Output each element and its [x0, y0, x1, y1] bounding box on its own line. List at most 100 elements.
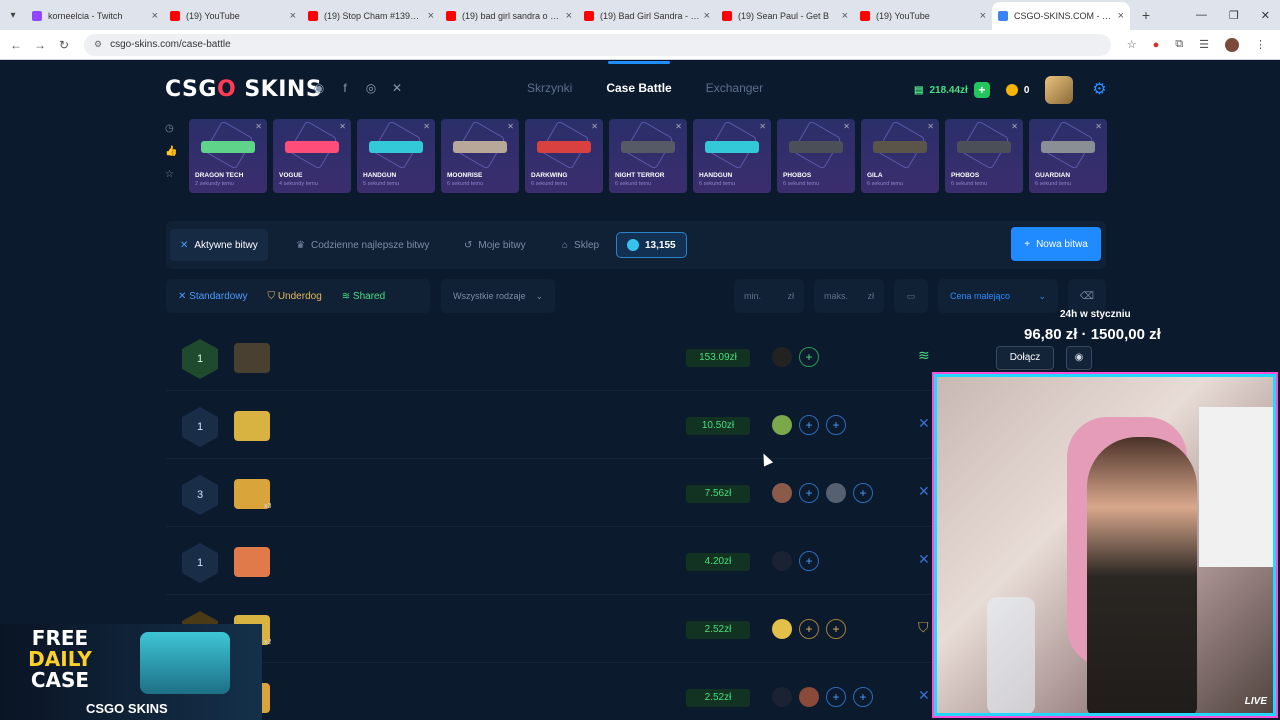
empty-slot-plus-icon[interactable]: + [853, 687, 873, 707]
minimize-icon[interactable]: — [1196, 9, 1207, 21]
tab-daily-best[interactable]: ♛ Codzienne najlepsze bitwy [286, 229, 439, 261]
browser-tab[interactable]: (19) Bad Girl Sandra - O H × [578, 2, 716, 30]
empty-slot-plus-icon[interactable]: + [799, 415, 819, 435]
profile-avatar[interactable] [1225, 37, 1239, 52]
settings-gear-icon[interactable]: ⚙ [1089, 80, 1109, 100]
browser-tab[interactable]: korneelcia - Twitch × [26, 2, 164, 30]
tab-close-icon[interactable]: × [980, 10, 986, 22]
view-eye-icon[interactable]: ◉ [1066, 346, 1092, 370]
extension-icon[interactable]: ● [1153, 39, 1160, 51]
kind-select[interactable]: Wszystkie rodzaje ⌄ [441, 279, 555, 313]
discord-icon[interactable]: ◉ [312, 81, 326, 95]
min-price-input[interactable]: min. zł [734, 279, 804, 313]
live-drop-card[interactable]: ✕ DARKWING 6 sekund temu [525, 119, 603, 193]
streamer [1087, 437, 1197, 713]
instagram-icon[interactable]: ◎ [364, 81, 378, 95]
history-icon: ↺ [464, 239, 473, 251]
tab-search-icon[interactable]: ▾ [0, 10, 26, 21]
site-info-icon[interactable]: ⚙ [94, 39, 102, 50]
x-twitter-icon[interactable]: ✕ [390, 81, 404, 95]
empty-slot-plus-icon[interactable]: + [799, 347, 819, 367]
filter-underdog[interactable]: ⛉ Underdog [268, 291, 322, 302]
tab-close-icon[interactable]: × [1118, 10, 1124, 22]
coins-box[interactable]: 0 [998, 84, 1038, 96]
logo-text-left: CSG [165, 77, 217, 102]
live-drop-card[interactable]: ✕ PHOBOS 6 sekund temu [945, 119, 1023, 193]
tab-my-battles[interactable]: ↺ Moje bitwy [454, 229, 536, 261]
live-drop-card[interactable]: ✕ HANDGUN 6 sekund temu [693, 119, 771, 193]
max-price-input[interactable]: maks. zł [814, 279, 884, 313]
player-avatar [799, 687, 819, 707]
gems-balance[interactable]: 13,155 [616, 232, 687, 258]
browser-tab[interactable]: (19) Stop Cham #1395 - M × [302, 2, 440, 30]
forward-icon[interactable]: → [28, 38, 52, 52]
browser-menu-icon[interactable]: ⋮ [1255, 38, 1266, 51]
clear-filters-button[interactable]: ⌫ [1068, 279, 1106, 313]
empty-slot-plus-icon[interactable]: + [826, 415, 846, 435]
browser-tab[interactable]: CSGO-SKINS.COM - Najle × [992, 2, 1130, 30]
live-drop-card[interactable]: ✕ VOGUE 4 sekundy temu [273, 119, 351, 193]
tab-close-icon[interactable]: × [290, 10, 296, 22]
live-drop-card[interactable]: ✕ NIGHT TERROR 6 sekund temu [609, 119, 687, 193]
calendar-filter-button[interactable]: ▭ [894, 279, 928, 313]
live-drop-card[interactable]: ✕ MOONRISE 6 sekund temu [441, 119, 519, 193]
star-icon[interactable]: ☆ [165, 169, 179, 180]
bookmark-star-icon[interactable]: ☆ [1127, 38, 1137, 51]
browser-tab[interactable]: (19) Sean Paul - Get B × [716, 2, 854, 30]
url-field[interactable]: ⚙ csgo-skins.com/case-battle [84, 33, 1111, 56]
new-tab-button[interactable]: + [1136, 7, 1156, 23]
extensions-puzzle-icon[interactable]: ⧉ [1175, 38, 1183, 51]
min-placeholder: min. [744, 291, 762, 301]
tab-shop[interactable]: ⌂ Sklep [552, 229, 609, 261]
sort-select[interactable]: Cena malejąco ⌄ [938, 279, 1058, 313]
browser-tab[interactable]: (19) bad girl sandra o hej × [440, 2, 578, 30]
browser-tab[interactable]: (19) YouTube × [164, 2, 302, 30]
tab-close-icon[interactable]: × [152, 10, 158, 22]
live-drop-card[interactable]: ✕ PHOBOS 6 sekund temu [777, 119, 855, 193]
nav-case-battle[interactable]: Case Battle [606, 61, 672, 95]
live-drop-card[interactable]: ✕ HANDGUN 5 sekund temu [357, 119, 435, 193]
facebook-icon[interactable]: f [338, 81, 352, 95]
social-links: ◉ f ◎ ✕ [312, 81, 404, 95]
restore-icon[interactable]: ❐ [1229, 9, 1239, 22]
battle-filters: ✕ Standardowy ⛉ Underdog ≋ Shared Wszyst… [166, 279, 1106, 313]
tab-close-icon[interactable]: × [428, 10, 434, 22]
tab-close-icon[interactable]: × [566, 10, 572, 22]
user-avatar[interactable] [1045, 76, 1074, 104]
site-logo[interactable]: CSGO SKINS [165, 77, 322, 102]
mode-filter: ✕ Standardowy ⛉ Underdog ≋ Shared [166, 279, 430, 313]
nav-cases[interactable]: Skrzynki [527, 81, 572, 95]
empty-slot-plus-icon[interactable]: + [853, 483, 873, 503]
new-battle-button[interactable]: + Nowa bitwa [1011, 227, 1101, 261]
drop-time: 6 sekund temu [951, 181, 988, 187]
empty-slot-plus-icon[interactable]: + [799, 551, 819, 571]
close-window-icon[interactable]: ✕ [1261, 9, 1270, 22]
case-mark-icon: ✕ [759, 122, 766, 131]
tab-active-battles[interactable]: ✕ Aktywne bitwy [170, 229, 268, 261]
player-avatar [826, 483, 846, 503]
browser-tab[interactable]: (19) YouTube × [854, 2, 992, 30]
back-icon[interactable]: ← [4, 38, 28, 52]
live-drop-card[interactable]: ✕ DRAGON TECH 2 sekundy temu [189, 119, 267, 193]
empty-slot-plus-icon[interactable]: + [799, 483, 819, 503]
filter-shared[interactable]: ≋ Shared [342, 291, 385, 302]
reload-icon[interactable]: ↻ [52, 38, 76, 52]
thumbs-up-icon[interactable]: 👍 [165, 146, 179, 157]
balance-box[interactable]: ▤ 218.44zł + [910, 82, 994, 98]
empty-slot-plus-icon[interactable]: + [799, 619, 819, 639]
join-button[interactable]: Dołącz [996, 346, 1054, 370]
tab-close-icon[interactable]: × [842, 10, 848, 22]
add-funds-button[interactable]: + [973, 82, 990, 98]
live-drop-card[interactable]: ✕ GUARDIAN 6 sekund temu [1029, 119, 1107, 193]
reading-list-icon[interactable]: ☰ [1199, 38, 1209, 51]
tab-favicon-icon [722, 11, 732, 21]
clock-icon[interactable]: ◷ [165, 123, 179, 134]
players-list: + [772, 347, 819, 367]
nav-exchanger[interactable]: Exchanger [706, 81, 763, 95]
empty-slot-plus-icon[interactable]: + [826, 619, 846, 639]
tab-close-icon[interactable]: × [704, 10, 710, 22]
live-drop-card[interactable]: ✕ GILA 6 sekund temu [861, 119, 939, 193]
whiteboard [1199, 407, 1273, 567]
filter-standard[interactable]: ✕ Standardowy [178, 291, 248, 302]
empty-slot-plus-icon[interactable]: + [826, 687, 846, 707]
